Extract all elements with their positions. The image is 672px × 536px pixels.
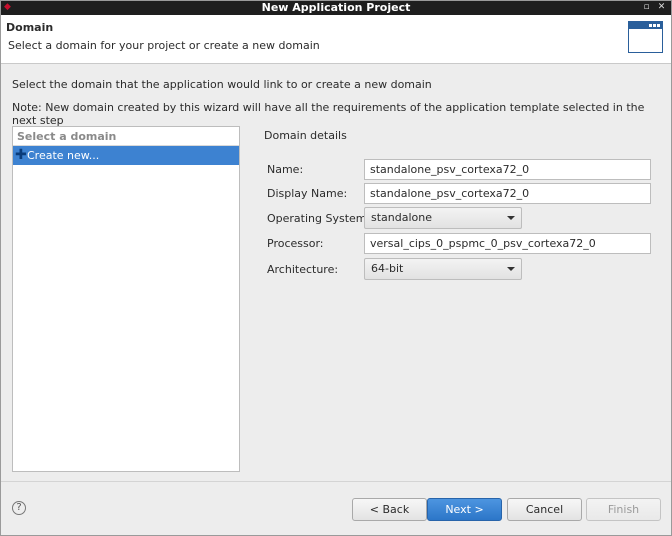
processor-input[interactable]: versal_cips_0_pspmc_0_psv_cortexa72_0 <box>364 233 651 254</box>
wizard-banner-icon <box>628 21 663 53</box>
next-button[interactable]: Next > <box>427 498 502 521</box>
os-dropdown[interactable]: standalone <box>364 207 522 229</box>
cancel-button[interactable]: Cancel <box>507 498 582 521</box>
domain-details-title: Domain details <box>264 129 347 142</box>
plus-icon: ✚ <box>15 147 27 163</box>
display-name-label: Display Name: <box>267 187 348 200</box>
window-titlebar: ◆ New Application Project ▫ ✕ <box>0 0 672 15</box>
processor-label: Processor: <box>267 237 324 250</box>
page-title: Domain <box>6 21 54 34</box>
architecture-label: Architecture: <box>267 263 339 276</box>
chevron-down-icon <box>507 267 515 271</box>
window-title: New Application Project <box>261 1 411 14</box>
architecture-selected-value: 64-bit <box>371 262 404 275</box>
wizard-header: Domain Select a domain for your project … <box>0 15 672 64</box>
list-item-label: Create new... <box>27 149 100 162</box>
restore-icon[interactable]: ▫ <box>641 2 652 13</box>
note-text: Note: New domain created by this wizard … <box>12 101 645 127</box>
name-label: Name: <box>267 163 304 176</box>
help-icon[interactable]: ? <box>12 501 26 515</box>
os-selected-value: standalone <box>371 211 433 224</box>
back-button[interactable]: < Back <box>352 498 427 521</box>
architecture-dropdown[interactable]: 64-bit <box>364 258 522 280</box>
close-icon[interactable]: ✕ <box>656 2 667 13</box>
name-input[interactable]: standalone_psv_cortexa72_0 <box>364 159 651 180</box>
domain-list[interactable]: Select a domain ✚ Create new... <box>12 126 240 472</box>
page-description: Select a domain for your project or crea… <box>8 39 320 52</box>
finish-button: Finish <box>586 498 661 521</box>
display-name-input[interactable]: standalone_psv_cortexa72_0 <box>364 183 651 204</box>
footer-divider <box>0 481 672 482</box>
list-item-create-new[interactable]: ✚ Create new... <box>13 146 239 165</box>
chevron-down-icon <box>507 216 515 220</box>
intro-text: Select the domain that the application w… <box>12 78 432 91</box>
domain-list-header: Select a domain <box>17 130 117 143</box>
os-label: Operating System: <box>267 212 371 225</box>
